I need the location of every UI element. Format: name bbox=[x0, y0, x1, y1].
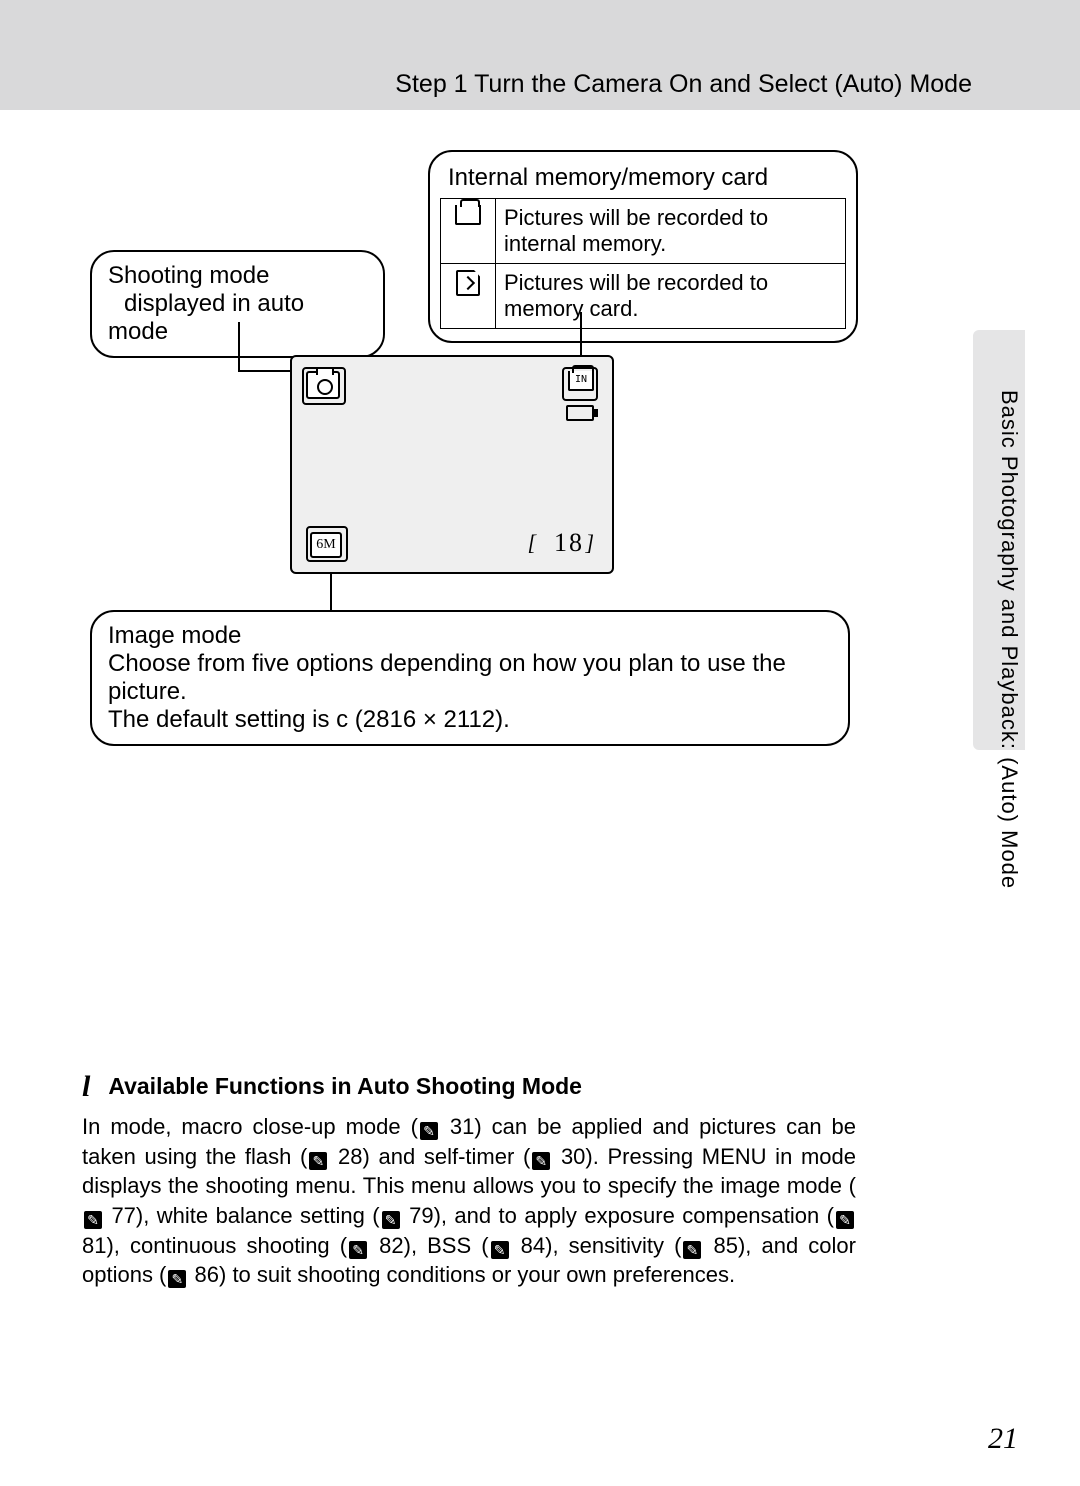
page-ref-icon: ✎ bbox=[491, 1241, 509, 1259]
t: ), and to apply exposure compensation ( bbox=[434, 1203, 834, 1228]
t: ) to suit shooting conditions or your ow… bbox=[219, 1262, 735, 1287]
t: ), white balance setting ( bbox=[136, 1203, 380, 1228]
connector-line bbox=[238, 322, 240, 372]
page-number: 21 bbox=[988, 1422, 1018, 1456]
t: 79 bbox=[409, 1203, 433, 1228]
connector-line bbox=[330, 572, 332, 612]
t: ) and self-timer ( bbox=[363, 1144, 531, 1169]
image-mode-line2: Choose from five options depending on ho… bbox=[108, 650, 786, 705]
side-chapter-label: Basic Photography and Playback: (Auto) M… bbox=[992, 390, 1022, 889]
right-bracket-glyph: ] bbox=[585, 530, 594, 556]
t: mode, macro close-up mode ( bbox=[110, 1114, 418, 1139]
camera-mode-icon bbox=[306, 371, 340, 399]
functions-section: l Available Functions in Auto Shooting Mo… bbox=[82, 1070, 856, 1290]
memory-row1-text: Pictures will be recorded to internal me… bbox=[496, 199, 846, 264]
t: 28 bbox=[338, 1144, 362, 1169]
page-ref-icon: ✎ bbox=[168, 1270, 186, 1288]
t: 86 bbox=[195, 1262, 219, 1287]
page-ref-icon: ✎ bbox=[683, 1241, 701, 1259]
internal-memory-glyph: IN bbox=[568, 371, 594, 391]
t: 77 bbox=[111, 1203, 135, 1228]
t: 31 bbox=[450, 1114, 474, 1139]
left-bracket-glyph: [ bbox=[527, 530, 536, 556]
shots-remaining: 18 bbox=[554, 528, 584, 558]
menu-word: MENU bbox=[702, 1144, 767, 1169]
t: 81 bbox=[82, 1233, 106, 1258]
page-ref-icon: ✎ bbox=[84, 1211, 102, 1229]
t: ). Pressing bbox=[585, 1144, 701, 1169]
battery-glyph bbox=[566, 405, 594, 421]
page-ref-icon: ✎ bbox=[349, 1241, 367, 1259]
internal-memory-icon-cell bbox=[441, 199, 496, 264]
callout-image-mode: Image mode Choose from five options depe… bbox=[90, 610, 850, 746]
sd-card-icon-cell bbox=[441, 264, 496, 329]
info-icon: l bbox=[82, 1070, 90, 1103]
callout-memory-heading: Internal memory/memory card bbox=[448, 164, 846, 192]
step-title: Step 1 Turn the Camera On and Select (Au… bbox=[395, 70, 972, 99]
page-ref-icon: ✎ bbox=[836, 1211, 854, 1229]
page-ref-icon: ✎ bbox=[420, 1122, 438, 1140]
t: 82 bbox=[379, 1233, 403, 1258]
callout-memory: Internal memory/memory card Pictures wil… bbox=[428, 150, 858, 343]
page-ref-icon: ✎ bbox=[382, 1211, 400, 1229]
functions-heading-text: Available Functions in Auto Shooting Mod… bbox=[108, 1073, 582, 1099]
functions-heading: l Available Functions in Auto Shooting Mo… bbox=[82, 1070, 856, 1104]
t: In bbox=[82, 1114, 110, 1139]
functions-body: In mode, macro close-up mode (✎ 31) can … bbox=[82, 1112, 856, 1290]
image-mode-line1: Image mode bbox=[108, 622, 241, 649]
t: ), continuous shooting ( bbox=[106, 1233, 347, 1258]
t: ), BSS ( bbox=[404, 1233, 489, 1258]
sd-card-icon bbox=[456, 270, 480, 296]
t: ), sensitivity ( bbox=[545, 1233, 681, 1258]
internal-memory-icon bbox=[455, 205, 481, 225]
callout-shooting-line1: Shooting mode bbox=[108, 262, 269, 289]
camera-monitor-illustration: IN 6M [ 18 ] bbox=[290, 355, 614, 574]
t: 84 bbox=[521, 1233, 545, 1258]
page-ref-icon: ✎ bbox=[532, 1152, 550, 1170]
memory-row2-text: Pictures will be recorded to memory card… bbox=[496, 264, 846, 329]
memory-table: Pictures will be recorded to internal me… bbox=[440, 198, 846, 329]
callout-shooting-line2: displayed in auto mode bbox=[108, 290, 304, 345]
image-mode-glyph: 6M bbox=[310, 532, 342, 558]
image-mode-line3: The default setting is c (2816 × 2112). bbox=[108, 706, 510, 733]
t: 85 bbox=[713, 1233, 737, 1258]
page-ref-icon: ✎ bbox=[309, 1152, 327, 1170]
t: 30 bbox=[561, 1144, 585, 1169]
